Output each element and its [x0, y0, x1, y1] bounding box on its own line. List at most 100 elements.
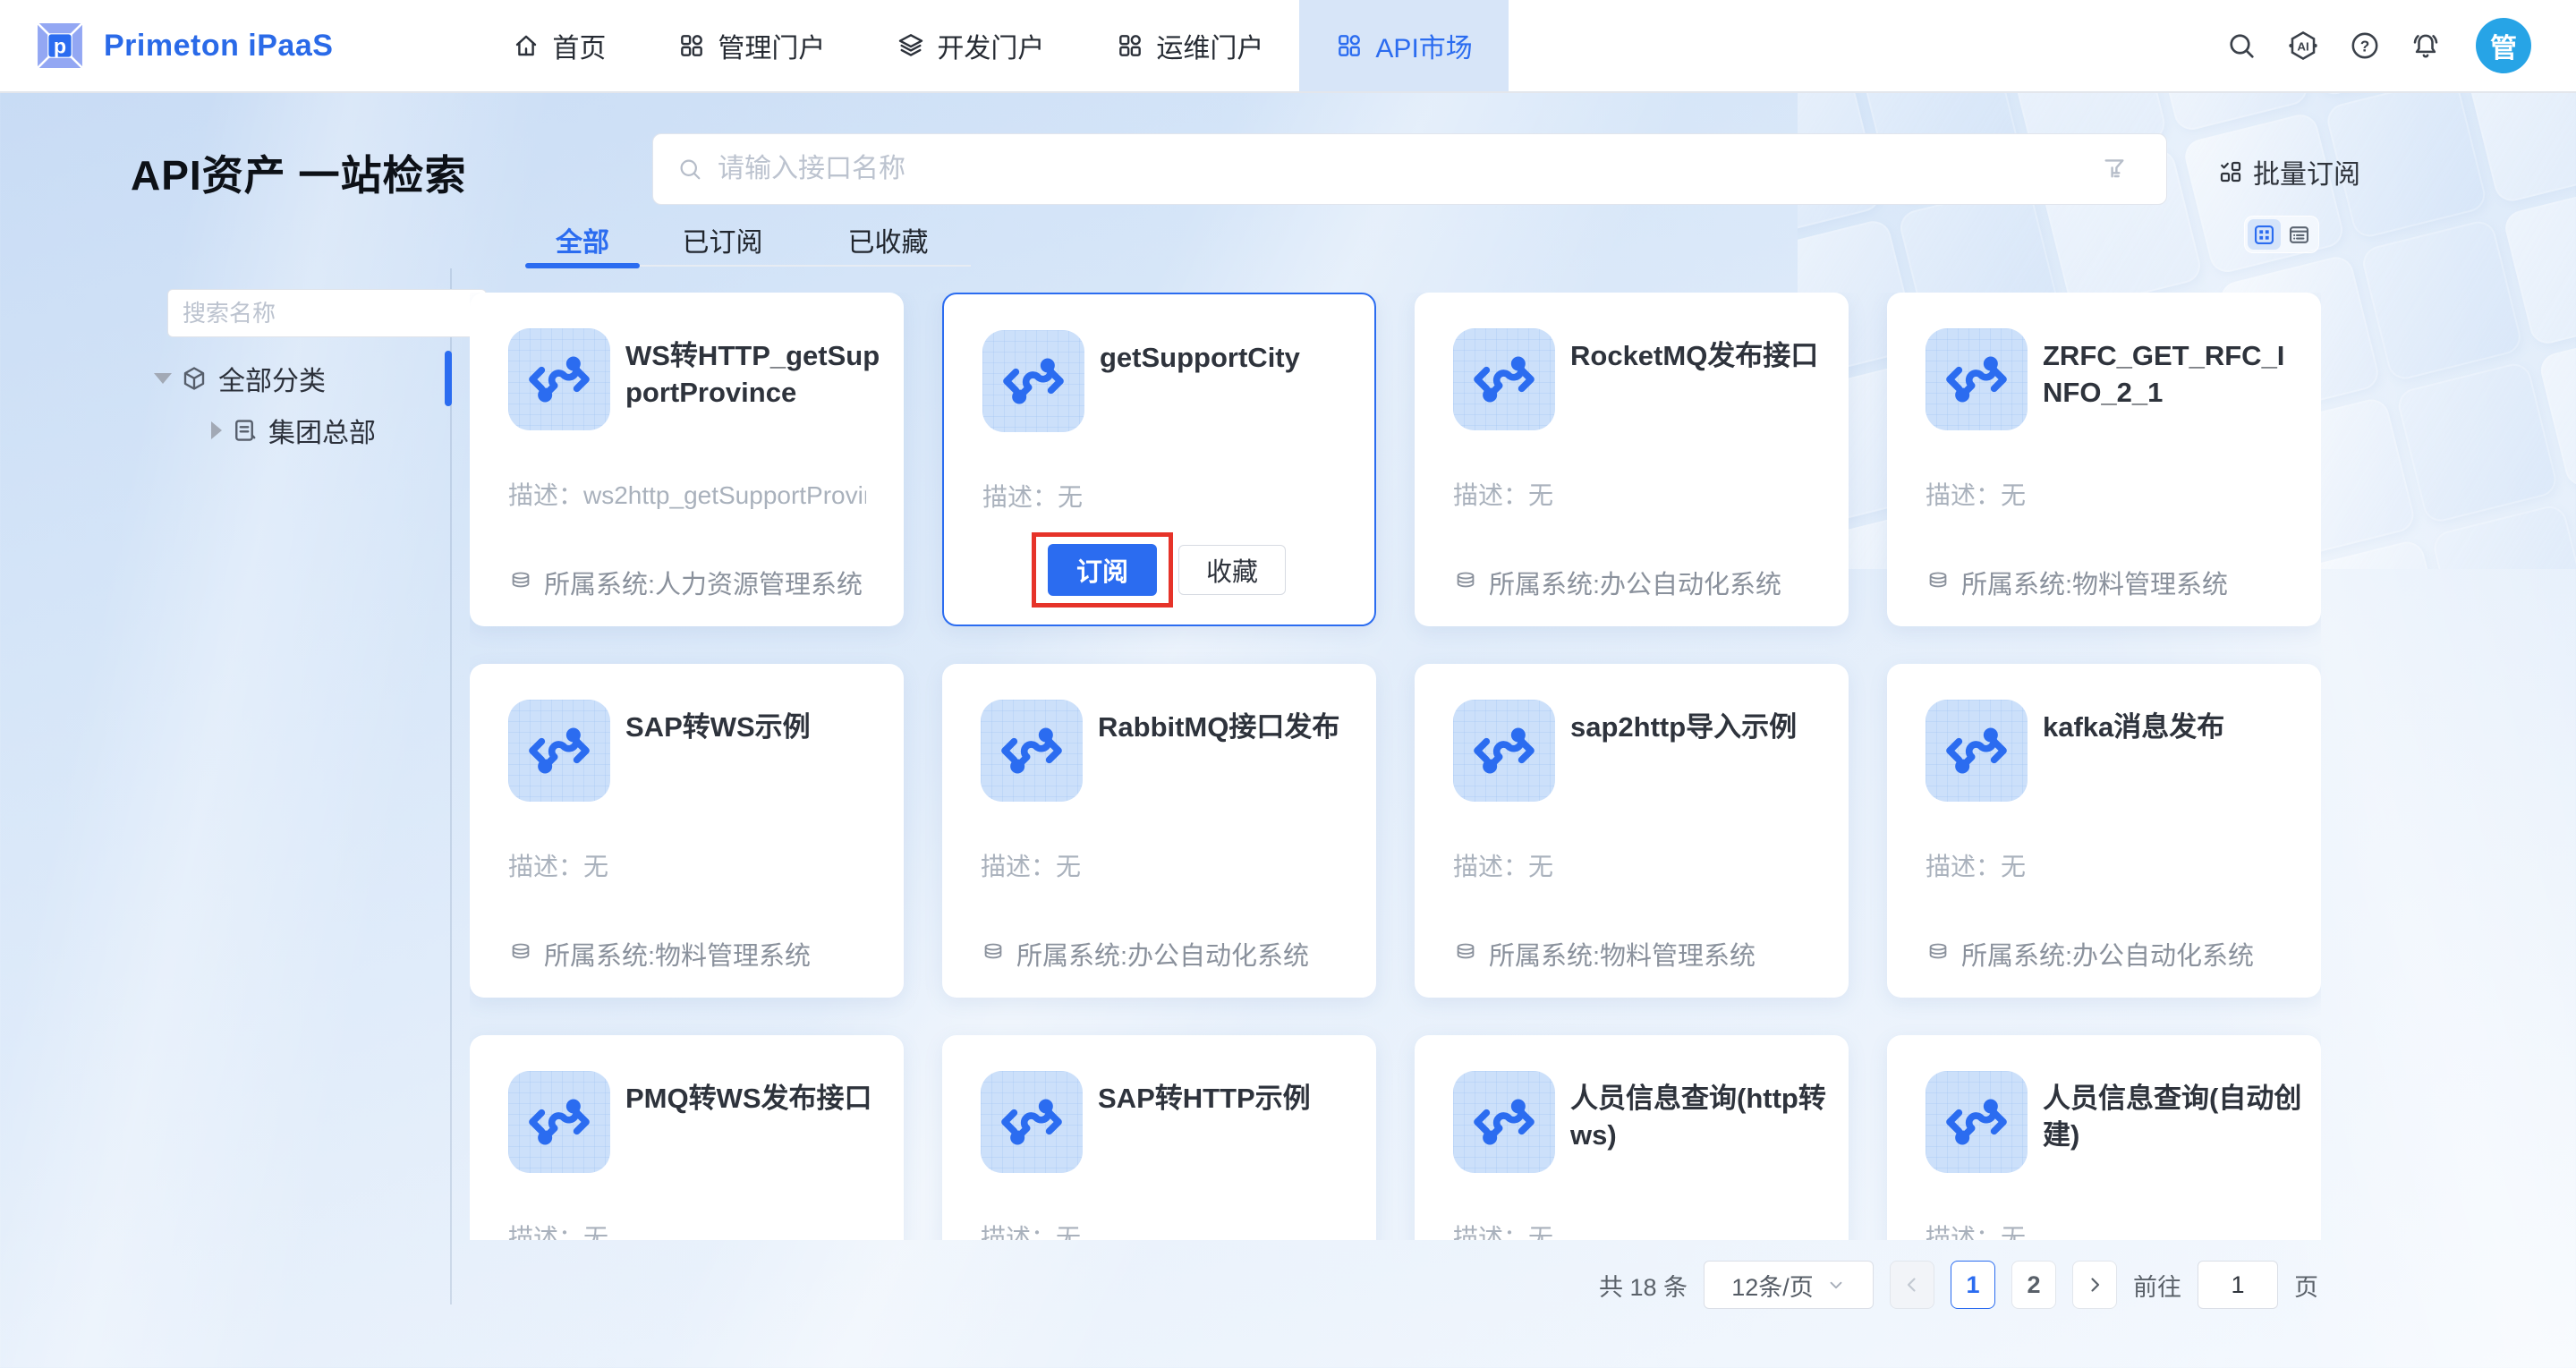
api-card[interactable]: WS转HTTP_getSupportProvince 描述：ws2http_get… [470, 293, 904, 626]
prev-page-button[interactable] [1890, 1261, 1934, 1309]
grid-icon [677, 31, 706, 60]
api-icon [1926, 700, 2028, 802]
card-description: 描述：ws2http_getSupportProvince [508, 476, 866, 512]
tab-favorites[interactable]: 已收藏 [805, 218, 971, 265]
api-card[interactable]: SAP转HTTP示例描述：无 [942, 1035, 1376, 1240]
decorative-cube [2538, 325, 2576, 489]
card-description: 描述：无 [1926, 476, 2026, 512]
caret-down-icon[interactable] [154, 373, 172, 384]
category-search-input[interactable] [183, 300, 482, 327]
api-card[interactable]: getSupportCity描述：无订阅收藏 [942, 293, 1376, 626]
api-card[interactable]: 人员信息查询(http转ws)描述：无 [1415, 1035, 1849, 1240]
api-icon [981, 700, 1083, 802]
logo-icon: p [32, 18, 88, 73]
api-icon [1453, 328, 1555, 430]
view-toggle [2244, 216, 2319, 253]
card-description: 描述：无 [981, 1219, 1081, 1240]
decorative-cube [2430, 503, 2576, 569]
nav-item-3[interactable]: 运维门户 [1080, 0, 1299, 91]
filter-funnel-icon[interactable] [2100, 155, 2129, 183]
nav-item-label: 管理门户 [718, 26, 825, 65]
subscribe-button[interactable]: 订阅 [1048, 544, 1157, 596]
card-system-label: 所属系统:物料管理系统 [1489, 935, 1756, 973]
topbar-actions: AI ? 管 [2225, 18, 2576, 73]
card-system: 所属系统:物料管理系统 [1453, 935, 1756, 973]
tree-scrollbar-thumb[interactable] [445, 351, 452, 406]
tab-bar: 全部 已订阅 已收藏 [525, 218, 971, 267]
caret-right-icon[interactable] [211, 421, 222, 439]
api-card[interactable]: PMQ转WS发布接口描述：无 [470, 1035, 904, 1240]
card-system: 所属系统:办公自动化系统 [1926, 935, 2254, 973]
search-icon[interactable] [2225, 30, 2257, 62]
api-icon [1453, 700, 1555, 802]
nav-item-1[interactable]: 管理门户 [642, 0, 861, 91]
svg-text:?: ? [2360, 37, 2370, 55]
grid-view-icon [2252, 223, 2276, 247]
next-page-button[interactable] [2072, 1261, 2117, 1309]
api-search-input[interactable] [718, 154, 2100, 184]
goto-page-input[interactable] [2198, 1261, 2278, 1309]
chevron-left-icon [1901, 1274, 1923, 1296]
api-card[interactable]: sap2http导入示例描述：无所属系统:物料管理系统 [1415, 664, 1849, 998]
card-title: getSupportCity [1100, 339, 1361, 376]
page-button-2[interactable]: 2 [2011, 1261, 2056, 1309]
user-avatar[interactable]: 管 [2476, 18, 2531, 73]
page-button-1[interactable]: 1 [1951, 1261, 1995, 1309]
card-system-label: 所属系统:人力资源管理系统 [544, 564, 863, 601]
database-icon [1926, 570, 1951, 595]
list-view-button[interactable] [2283, 219, 2316, 250]
card-description: 描述：无 [508, 1219, 608, 1240]
nav-item-4[interactable]: API市场 [1299, 0, 1508, 91]
notifications-bell-icon[interactable] [2410, 30, 2442, 62]
brand-name: Primeton iPaaS [104, 29, 333, 64]
api-card[interactable]: 人员信息查询(自动创建)描述：无 [1887, 1035, 2321, 1240]
api-card[interactable]: kafka消息发布描述：无所属系统:办公自动化系统 [1887, 664, 2321, 998]
tree-node-label: 集团总部 [268, 411, 376, 450]
decorative-cube [2502, 183, 2576, 347]
api-card[interactable]: RabbitMQ接口发布描述：无所属系统:办公自动化系统 [942, 664, 1376, 998]
card-description: 描述：无 [1926, 847, 2026, 883]
svg-text:AI: AI [2297, 39, 2308, 53]
card-title: RocketMQ发布接口 [1570, 337, 1832, 374]
brand-logo[interactable]: p Primeton iPaaS [0, 18, 333, 73]
api-card[interactable]: RocketMQ发布接口描述：无所属系统:办公自动化系统 [1415, 293, 1849, 626]
api-icon [508, 700, 610, 802]
magnifier-icon [676, 156, 703, 183]
database-icon [508, 941, 533, 966]
api-card[interactable]: ZRFC_GET_RFC_INFO_2_1描述：无所属系统:物料管理系统 [1887, 293, 2321, 626]
page-size-select[interactable]: 12条/页 [1704, 1261, 1874, 1309]
ai-assistant-icon[interactable]: AI [2286, 29, 2320, 63]
tree-node-group-hq[interactable]: 集团总部 [141, 404, 446, 456]
card-system: 所属系统:办公自动化系统 [1453, 564, 1781, 601]
card-system: 所属系统:物料管理系统 [1926, 564, 2228, 601]
card-description: 描述：无 [1453, 1219, 1553, 1240]
api-search-bar [652, 133, 2167, 205]
database-icon [1926, 941, 1951, 966]
decorative-cube [2359, 217, 2524, 382]
tab-subscribed[interactable]: 已订阅 [640, 218, 805, 265]
card-title: PMQ转WS发布接口 [625, 1080, 887, 1117]
card-system-label: 所属系统:物料管理系统 [544, 935, 811, 973]
help-icon[interactable]: ? [2349, 30, 2381, 62]
nav-item-2[interactable]: 开发门户 [861, 0, 1080, 91]
nav-item-label: 首页 [552, 26, 606, 65]
favorite-button[interactable]: 收藏 [1178, 545, 1286, 595]
api-card[interactable]: SAP转WS示例描述：无所属系统:物料管理系统 [470, 664, 904, 998]
batch-subscribe-button[interactable]: 批量订阅 [2217, 152, 2360, 191]
database-icon [1453, 941, 1478, 966]
page-unit-label: 页 [2294, 1268, 2318, 1303]
chevron-down-icon [1826, 1275, 1846, 1295]
category-search [167, 289, 487, 337]
tree-node-all-categories[interactable]: 全部分类 [141, 353, 446, 404]
tab-all[interactable]: 全部 [525, 218, 640, 265]
page-title: API资产 一站检索 [131, 143, 466, 202]
category-tree: 全部分类 集团总部 [141, 353, 446, 456]
card-title: sap2http导入示例 [1570, 709, 1832, 745]
api-icon [508, 328, 610, 430]
nav-item-label: API市场 [1375, 26, 1472, 65]
home-icon [512, 31, 540, 60]
card-title: WS转HTTP_getSupportProvince [625, 337, 887, 411]
grid-icon [1116, 31, 1144, 60]
nav-item-0[interactable]: 首页 [476, 0, 642, 91]
grid-view-button[interactable] [2248, 219, 2281, 250]
